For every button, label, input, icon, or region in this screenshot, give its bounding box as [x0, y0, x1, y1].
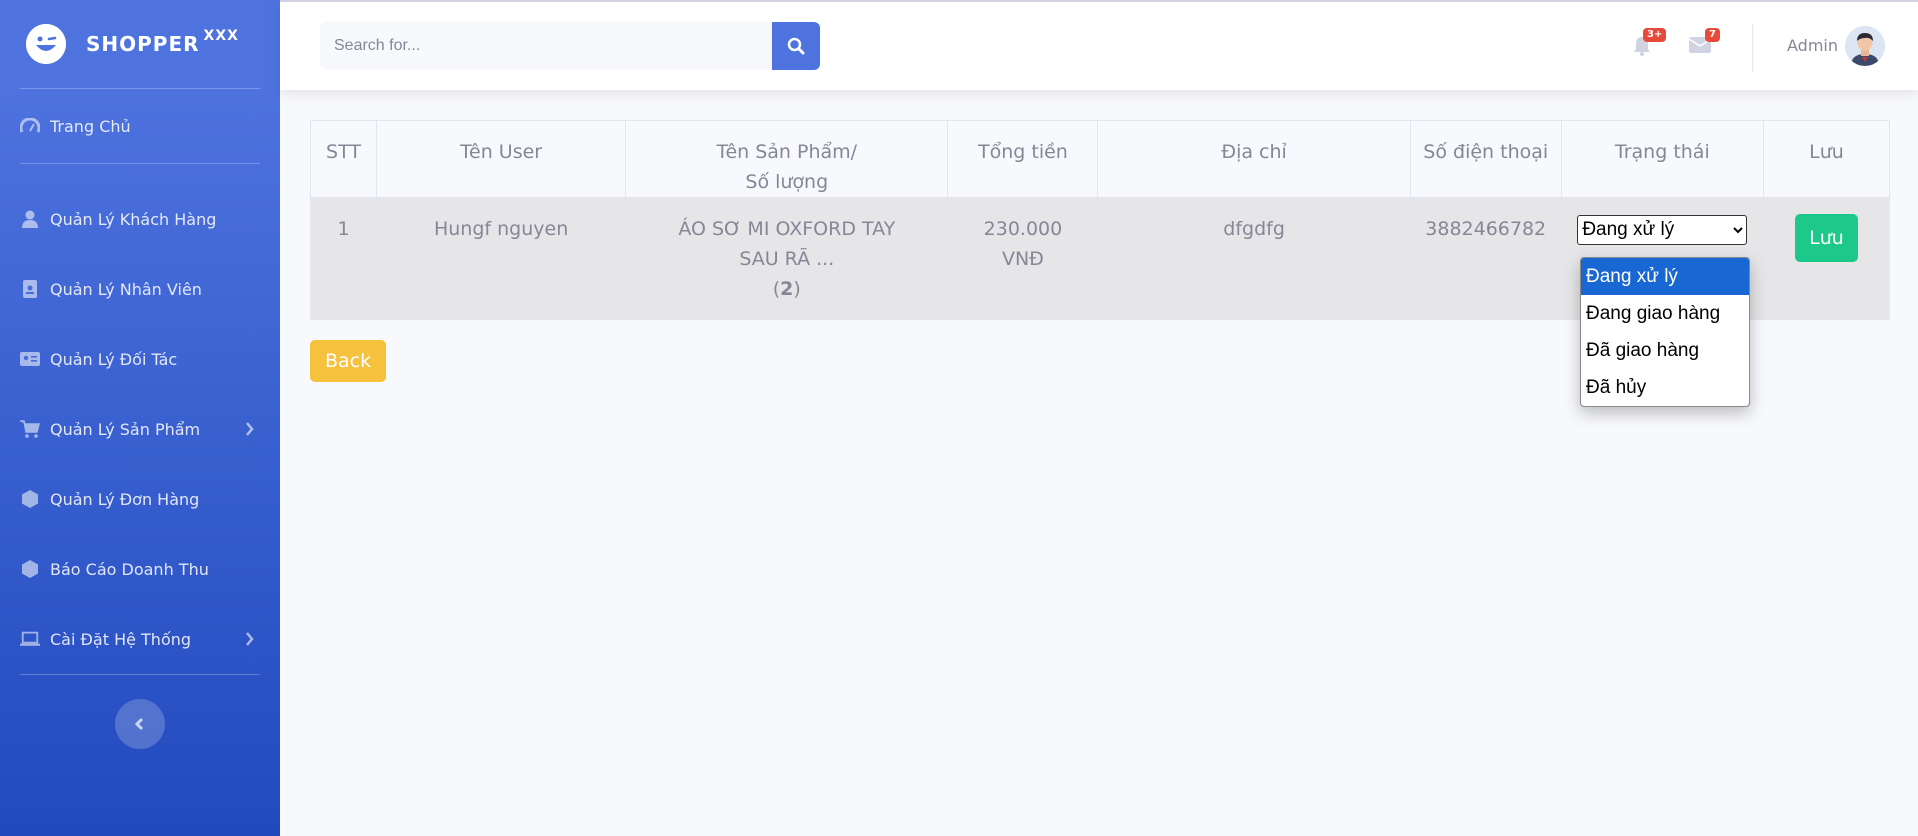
sidebar-item-dashboard[interactable]: Trang Chủ — [0, 89, 280, 163]
status-option[interactable]: Đang giao hàng — [1581, 295, 1749, 332]
header-status: Trạng thái — [1560, 120, 1764, 198]
avatar[interactable] — [1845, 26, 1885, 66]
status-option[interactable]: Đang xử lý — [1581, 258, 1749, 295]
sidebar-toggle-button[interactable] — [115, 699, 165, 749]
status-option[interactable]: Đã giao hàng — [1581, 332, 1749, 369]
messages-button[interactable]: 7 — [1688, 28, 1720, 58]
sidebar-item-label: Báo Cáo Doanh Thu — [50, 559, 209, 579]
sidebar-item-employees[interactable]: Quản Lý Nhân Viên — [0, 254, 280, 324]
chevron-right-icon — [245, 631, 254, 650]
sidebar-item-label: Quản Lý Đơn Hàng — [50, 489, 200, 509]
id-card-icon — [20, 350, 40, 368]
sidebar-item-orders[interactable]: Quản Lý Đơn Hàng — [0, 464, 280, 534]
status-select[interactable]: Đang xử lý — [1577, 214, 1748, 245]
cell-user: Hungf nguyen — [376, 197, 627, 320]
messages-badge: 7 — [1705, 28, 1720, 42]
status-option[interactable]: Đã hủy — [1581, 369, 1749, 406]
header-address: Địa chỉ — [1097, 120, 1411, 198]
status-dropdown-list: Đang xử lý Đang giao hàng Đã giao hàng Đ… — [1580, 257, 1750, 407]
cell-stt: 1 — [309, 197, 378, 320]
header-user: Tên User — [376, 120, 627, 198]
user-avatar-icon — [1845, 26, 1885, 66]
header-stt: STT — [309, 120, 378, 198]
sidebar-item-label: Cài Đặt Hệ Thống — [50, 629, 192, 649]
cell-save: Lưu — [1762, 197, 1891, 320]
user-icon — [20, 210, 40, 228]
cell-address: dfgdfg — [1097, 197, 1411, 320]
save-button[interactable]: Lưu — [1795, 214, 1858, 262]
dashboard-icon — [20, 117, 40, 135]
alerts-badge: 3+ — [1643, 28, 1667, 42]
id-badge-icon — [20, 280, 40, 298]
hexagon-icon — [20, 490, 40, 508]
user-name[interactable]: Admin — [1787, 36, 1838, 55]
sidebar-item-label: Quản Lý Đối Tác — [50, 349, 178, 369]
laugh-wink-icon — [26, 24, 66, 64]
sidebar-item-partners[interactable]: Quản Lý Đối Tác — [0, 324, 280, 394]
search-icon — [787, 37, 805, 55]
hexagon-icon — [20, 560, 40, 578]
sidebar-item-label: Quản Lý Sản Phẩm — [50, 419, 201, 439]
search-form — [320, 22, 820, 70]
product-quantity: (2) — [772, 278, 801, 300]
sidebar-item-label: Quản Lý Khách Hàng — [50, 209, 217, 229]
back-button[interactable]: Back — [310, 340, 387, 382]
cell-product: ÁO SƠ MI OXFORD TAY SAU RÃ ... (2) — [625, 197, 949, 320]
brand-name: SHOPPER XXX — [86, 28, 239, 56]
sidebar-divider — [20, 674, 260, 675]
brand[interactable]: SHOPPER XXX — [0, 0, 280, 88]
sidebar: SHOPPER XXX Trang Chủ Quản Lý Khách Hàng … — [0, 0, 280, 836]
header-total: Tổng tiền — [947, 120, 1099, 198]
cell-total: 230.000 VNĐ — [947, 197, 1099, 320]
main-content: STT Tên User Tên Sản Phẩm/Số lượng Tổng … — [309, 120, 1891, 407]
chevron-right-icon — [245, 421, 254, 440]
cart-icon — [20, 420, 40, 438]
sidebar-item-label: Quản Lý Nhân Viên — [50, 279, 202, 299]
table-header-row: STT Tên User Tên Sản Phẩm/Số lượng Tổng … — [309, 120, 1891, 198]
laptop-icon — [20, 630, 40, 648]
header-save: Lưu — [1762, 120, 1891, 198]
topbar: 3+ 7 Admin — [280, 0, 1918, 90]
sidebar-item-label: Trang Chủ — [50, 116, 131, 136]
sidebar-item-products[interactable]: Quản Lý Sản Phẩm — [0, 394, 280, 464]
search-button[interactable] — [772, 22, 820, 70]
product-name: ÁO SƠ MI OXFORD TAY SAU RÃ ... — [678, 218, 896, 270]
sidebar-item-settings[interactable]: Cài Đặt Hệ Thống — [0, 604, 280, 674]
sidebar-item-customers[interactable]: Quản Lý Khách Hàng — [0, 184, 280, 254]
sidebar-item-revenue-report[interactable]: Báo Cáo Doanh Thu — [0, 534, 280, 604]
topbar-divider — [1752, 24, 1753, 72]
header-product: Tên Sản Phẩm/Số lượng — [625, 120, 949, 198]
header-phone: Số điện thoại — [1409, 120, 1562, 198]
alerts-button[interactable]: 3+ — [1633, 28, 1667, 60]
chevron-left-icon — [135, 717, 144, 731]
cell-phone: 3882466782 — [1409, 197, 1562, 320]
search-input[interactable] — [320, 22, 772, 70]
